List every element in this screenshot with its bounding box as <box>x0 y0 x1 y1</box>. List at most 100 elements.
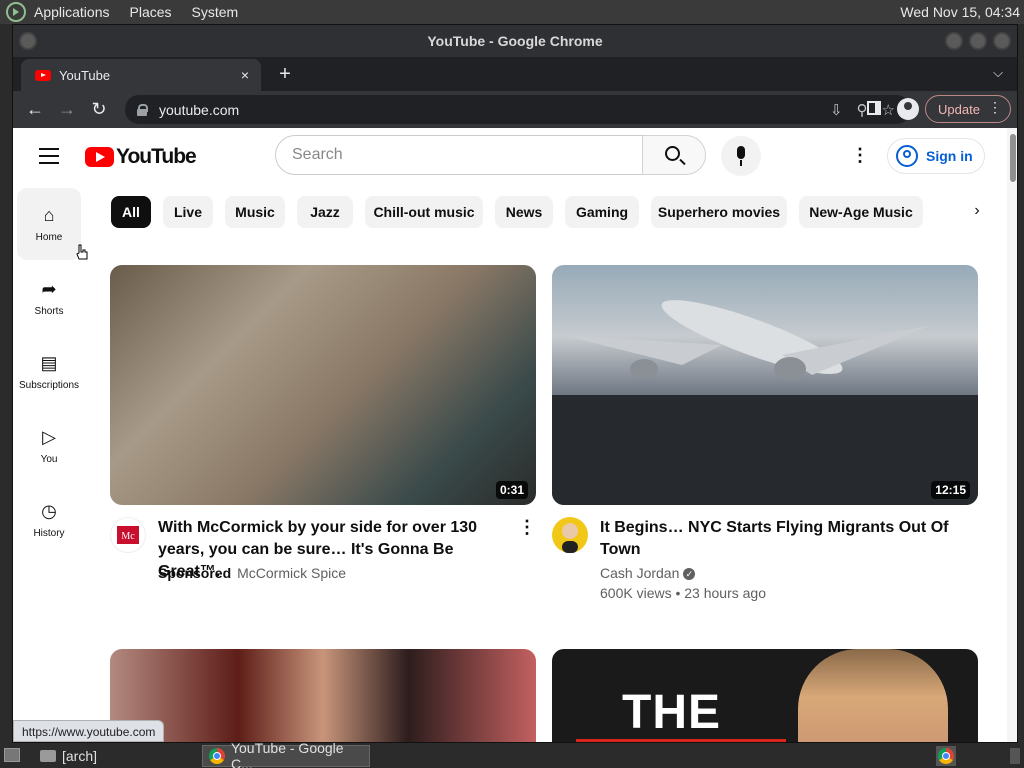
video-thumbnail[interactable]: 12:15 <box>552 265 978 505</box>
video-card[interactable]: 12:15 It Begins… NYC Starts Flying Migra… <box>552 265 978 607</box>
share-icon[interactable]: ⚲ <box>857 101 868 119</box>
profile-avatar-icon[interactable] <box>897 98 919 120</box>
chips-next-chevron-icon[interactable]: › <box>967 202 987 222</box>
video-more-icon[interactable]: ⋮ <box>518 517 536 541</box>
youtube-logo[interactable]: YouTube <box>85 145 197 169</box>
chip-superhero-movies[interactable]: Superhero movies <box>651 196 787 228</box>
video-card[interactable]: 0:31 Mc With McCormick by your side for … <box>110 265 536 607</box>
yt-masthead: YouTube Search ⋮ Sign in <box>13 128 1017 184</box>
distro-logo-icon[interactable] <box>6 2 26 22</box>
taskbar-item-arch[interactable]: [arch] <box>34 745 198 767</box>
shorts-icon: ➦ <box>41 279 57 299</box>
chip-gaming[interactable]: Gaming <box>565 196 639 228</box>
airplane-illustration <box>552 300 978 505</box>
guide-item-subscriptions[interactable]: ▤ Subscriptions <box>17 336 81 408</box>
update-button[interactable]: Update ⋮ <box>925 95 1011 123</box>
address-bar[interactable]: youtube.com ⇩ ⚲ ☆ <box>125 95 911 124</box>
chip-new-age-music[interactable]: New-Age Music <box>799 196 923 228</box>
install-app-icon[interactable]: ⇩ <box>830 101 843 119</box>
channel-name[interactable]: McCormick Spice <box>237 565 346 581</box>
sponsored-label: Sponsored <box>158 565 232 581</box>
taskbar: [arch] YouTube - Google C... <box>0 740 1024 768</box>
address-url[interactable]: youtube.com <box>159 102 239 118</box>
search-placeholder: Search <box>292 146 343 163</box>
svg-text:Mc: Mc <box>121 531 135 542</box>
tab-title: YouTube <box>59 67 111 83</box>
youtube-play-logo-icon <box>85 147 114 167</box>
tab-search-chevron-icon[interactable]: ⌵ <box>993 65 1003 81</box>
taskbar-item-label: [arch] <box>62 748 98 764</box>
menu-applications[interactable]: Applications <box>34 4 110 20</box>
filter-chip-bar: All Live Music Jazz Chill-out music News… <box>109 194 989 228</box>
channel-name[interactable]: Cash Jordan <box>600 565 679 581</box>
desktop: Applications Places System Wed Nov 15, 0… <box>0 0 1024 768</box>
guide-item-shorts[interactable]: ➦ Shorts <box>17 262 81 334</box>
page-scrollbar[interactable] <box>1007 128 1017 742</box>
panel-clock[interactable]: Wed Nov 15, 04:34 <box>900 4 1020 20</box>
video-thumbnail[interactable] <box>110 649 536 742</box>
close-window-button[interactable] <box>993 32 1011 50</box>
settings-more-icon[interactable]: ⋮ <box>851 144 869 168</box>
search-button[interactable] <box>642 135 706 175</box>
guide-menu-icon[interactable] <box>39 148 59 164</box>
taskbar-item-label: YouTube - Google C... <box>230 740 344 768</box>
guide-item-label: History <box>33 528 65 539</box>
youtube-logo-text: YouTube <box>116 145 197 168</box>
workspace-switcher[interactable] <box>1010 748 1020 764</box>
chip-news[interactable]: News <box>495 196 553 228</box>
chip-all[interactable]: All <box>111 196 151 228</box>
account-icon <box>896 145 918 167</box>
video-byline: Sponsored McCormick Spice <box>158 565 346 581</box>
tray-chrome-icon[interactable] <box>936 746 956 766</box>
tab-close-icon[interactable]: × <box>235 67 255 83</box>
browser-menu-icon[interactable]: ⋮ <box>988 99 1002 116</box>
channel-avatar[interactable]: Mc <box>110 517 146 553</box>
window-menu-button[interactable] <box>19 32 37 50</box>
video-title[interactable]: It Begins… NYC Starts Flying Migrants Ou… <box>600 517 960 561</box>
search-input[interactable]: Search <box>275 135 643 175</box>
subscriptions-icon: ▤ <box>40 353 58 373</box>
voice-search-mic-icon[interactable] <box>721 136 761 176</box>
history-icon: ◷ <box>41 501 57 521</box>
minimize-button[interactable] <box>945 32 963 50</box>
video-card[interactable]: THE <box>552 649 978 742</box>
sign-in-button[interactable]: Sign in <box>887 138 985 174</box>
chip-live[interactable]: Live <box>163 196 213 228</box>
channel-face-icon <box>562 523 578 553</box>
reload-icon[interactable]: ↻ <box>83 94 115 126</box>
video-duration: 0:31 <box>495 481 528 499</box>
video-meta: Mc With McCormick by your side for over … <box>110 517 536 607</box>
scrollbar-thumb[interactable] <box>1010 134 1016 182</box>
taskbar-item-chrome[interactable]: YouTube - Google C... <box>202 740 370 768</box>
video-card[interactable] <box>110 649 536 742</box>
menu-system[interactable]: System <box>192 4 239 20</box>
menu-places[interactable]: Places <box>130 4 172 20</box>
update-label: Update <box>938 101 980 117</box>
window-title: YouTube - Google Chrome <box>427 33 603 49</box>
guide-item-history[interactable]: ◷ History <box>17 484 81 556</box>
forward-arrow-icon[interactable]: → <box>51 94 83 126</box>
maximize-button[interactable] <box>969 32 987 50</box>
side-panel-icon[interactable] <box>867 101 881 115</box>
bookmark-star-icon[interactable]: ☆ <box>882 101 895 119</box>
back-arrow-icon[interactable]: ← <box>19 94 51 126</box>
chip-music[interactable]: Music <box>225 196 285 228</box>
mccormick-logo-icon: Mc <box>117 526 139 544</box>
video-thumbnail[interactable]: 0:31 <box>110 265 536 505</box>
video-thumbnail[interactable]: THE <box>552 649 978 742</box>
guide-item-you[interactable]: ▷ You <box>17 410 81 482</box>
chip-jazz[interactable]: Jazz <box>297 196 353 228</box>
search-icon <box>665 146 680 161</box>
video-stats: 600K views • 23 hours ago <box>600 585 767 601</box>
guide-item-home[interactable]: ⌂ Home <box>17 188 81 260</box>
show-desktop-icon[interactable] <box>4 748 20 762</box>
chip-chill-out-music[interactable]: Chill-out music <box>365 196 483 228</box>
browser-toolbar: ← → ↻ youtube.com ⇩ ⚲ ☆ Update ⋮ <box>13 91 1017 128</box>
tab-youtube[interactable]: YouTube × <box>21 59 261 91</box>
channel-avatar[interactable] <box>552 517 588 553</box>
lock-icon[interactable] <box>135 103 149 117</box>
tab-strip: YouTube × + ⌵ <box>13 57 1017 91</box>
sign-in-label: Sign in <box>926 148 973 164</box>
window-titlebar[interactable]: YouTube - Google Chrome <box>13 25 1017 57</box>
new-tab-button[interactable]: + <box>275 63 295 86</box>
